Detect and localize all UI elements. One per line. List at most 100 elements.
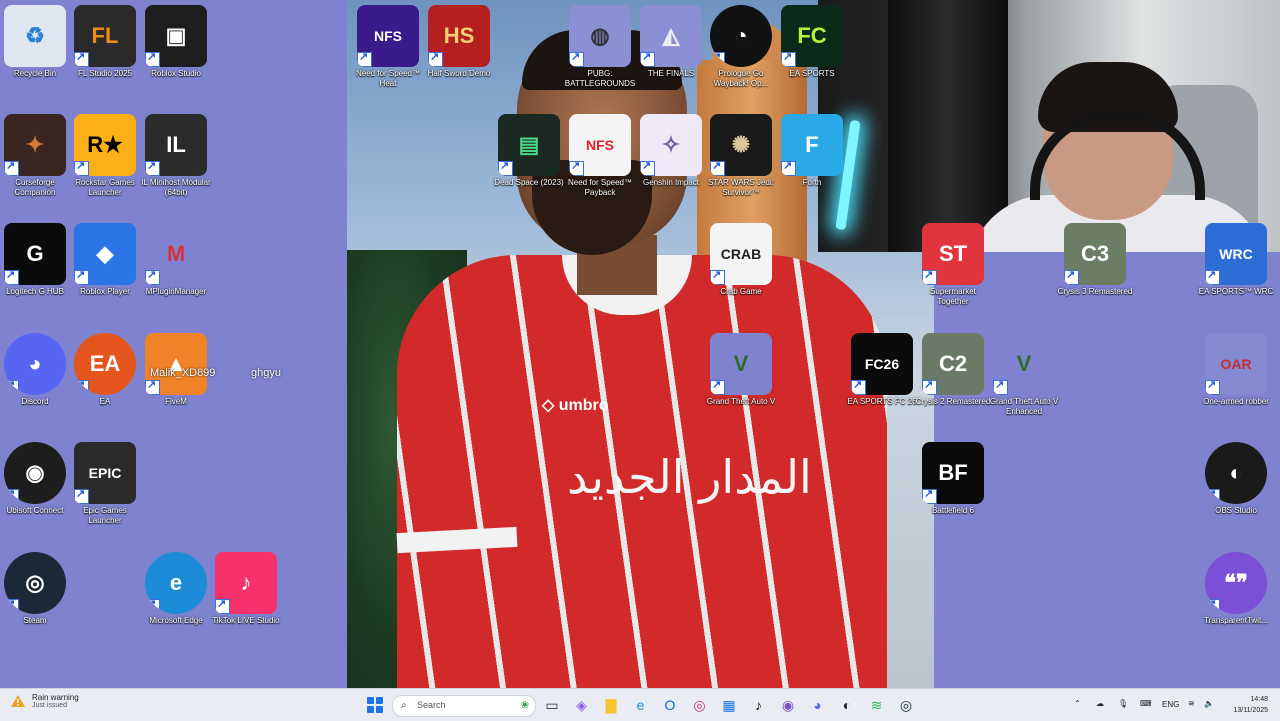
desktop-icon-label: Discord — [21, 397, 49, 406]
clock-date: 13/11/2025 — [1233, 707, 1268, 714]
taskbar-file-explorer-button[interactable]: ▇ — [602, 696, 620, 714]
shortcut-arrow-icon — [781, 159, 796, 176]
cloud-icon[interactable]: ☁ — [1096, 699, 1104, 708]
taskbar-store-button[interactable]: ▦ — [720, 696, 738, 714]
volume-icon[interactable]: 🔈 — [1204, 699, 1214, 708]
desktop-icon-dead-space[interactable]: ▤ Dead Space (2023) — [494, 114, 564, 188]
chevron-up-icon[interactable]: ⌃ — [1074, 699, 1081, 708]
keyboard-icon[interactable]: ⌨ — [1140, 699, 1152, 708]
shortcut-arrow-icon — [4, 597, 19, 614]
gta5-enhanced-glyph: V — [1016, 351, 1032, 376]
shortcut-arrow-icon — [640, 159, 655, 176]
desktop-icon-transparent-twitch[interactable]: ❝❞ TransparentTwit... — [1201, 552, 1271, 626]
dead-space-icon: ▤ — [498, 114, 560, 176]
gta5-icon: V — [710, 333, 772, 395]
desktop-icon-ea-wrc[interactable]: WRC EA SPORTS™ WRC — [1199, 223, 1273, 297]
taskbar-obs-button[interactable]: ◐ — [838, 696, 856, 714]
desktop-icon-label: Steam — [23, 616, 47, 625]
desktop-icon-ubisoft[interactable]: ◉ Ubisoft Connect — [0, 442, 70, 516]
shortcut-arrow-icon — [851, 378, 866, 395]
desktop-icon-roblox-player[interactable]: ◆ Roblox Player — [70, 223, 140, 297]
desktop-icon-pubg[interactable]: ◍ PUBG: BATTLEGROUNDS — [565, 5, 635, 89]
shortcut-arrow-icon — [145, 50, 160, 67]
desktop-icon-discord[interactable]: ◕ Discord — [0, 333, 70, 407]
desktop-icon-recycle-bin[interactable]: ♻ Recycle Bin — [0, 5, 70, 79]
taskbar-spotify-button[interactable]: ≋ — [868, 696, 886, 714]
taskbar-copilot-button[interactable]: ◈ — [573, 696, 591, 714]
fl-studio-icon: FL — [74, 5, 136, 67]
desktop-icon-crab-game[interactable]: CRAB Crab Game — [706, 223, 776, 297]
desktop-icon-gta5[interactable]: V Grand Theft Auto V — [706, 333, 776, 407]
desktop-icon-nfs-heat[interactable]: NFS Need for Speed™ Heat — [353, 5, 423, 89]
nfs-payback-icon: NFS — [569, 114, 631, 176]
desktop-icon-rockstar[interactable]: R★ Rockstar Games Launcher — [70, 114, 140, 198]
desktop-icon-crysis3[interactable]: C3 Crysis 3 Remastered — [1058, 223, 1132, 297]
taskbar-instagram-button[interactable]: ◎ — [691, 696, 709, 714]
microphone-icon[interactable]: 🎙 — [1118, 699, 1128, 708]
taskbar-task-view-button[interactable]: ▭ — [543, 696, 561, 714]
desktop-icon-il-minihost[interactable]: IL IL Minihost Modular (64bit) — [141, 114, 211, 198]
desktop-icon-prologue[interactable]: ◔ Prologue Go Wayback! Op... — [706, 5, 776, 89]
desktop-icon-roblox-studio[interactable]: ▣ Roblox Studio — [141, 5, 211, 79]
desktop-icon-half-sword[interactable]: HS Half Sword Demo — [424, 5, 494, 79]
shortcut-arrow-icon — [1205, 378, 1220, 395]
taskbar-tiktok-button[interactable]: ♪ — [750, 696, 768, 714]
desktop-icon-tiktok-live[interactable]: ♪ TikTok LIVE Studio — [211, 552, 281, 626]
desktop-icon-edge[interactable]: e Microsoft Edge — [141, 552, 211, 626]
language-indicator[interactable]: ENG — [1162, 700, 1179, 709]
start-button[interactable] — [367, 697, 383, 713]
desktop-icon-label: Supermarket Together — [930, 287, 976, 306]
taskbar-app-purple-button[interactable]: ◉ — [779, 696, 797, 714]
desktop-icon-crysis2[interactable]: C2 Crysis 2 Remastered — [916, 333, 990, 407]
gta5-glyph: V — [733, 351, 749, 376]
one-armed-robber-icon: OAR — [1205, 333, 1267, 395]
desktop-icon-curseforge[interactable]: ✦ Curseforge Companion — [0, 114, 70, 198]
desktop-icon-label: Grand Theft Auto V — [706, 397, 776, 406]
taskbar-search[interactable]: ⌕ Search ❀ — [392, 695, 536, 717]
desktop-icon-label: Genshin Impact — [642, 178, 700, 187]
desktop-icon-fortnite[interactable]: F Fortn — [777, 114, 847, 188]
wifi-icon[interactable]: ≋ — [1188, 699, 1195, 708]
clock[interactable]: 14:48 13/11/2025 — [1226, 694, 1268, 716]
desktop-icon-one-armed-robber[interactable]: OAR One-armed robber — [1201, 333, 1271, 407]
desktop-icon-battlefield6[interactable]: BF Battlefield 6 — [918, 442, 988, 516]
shortcut-arrow-icon — [781, 50, 796, 67]
transparent-twitch-icon: ❝❞ — [1205, 552, 1267, 614]
roblox-studio-glyph: ▣ — [165, 23, 187, 48]
crab-game-icon: CRAB — [710, 223, 772, 285]
shortcut-arrow-icon — [4, 378, 19, 395]
tiktok-live-icon: ♪ — [215, 552, 277, 614]
desktop-icon-supermarket[interactable]: ST Supermarket Together — [918, 223, 988, 307]
crysis3-icon: C3 — [1064, 223, 1126, 285]
the-finals-glyph: ◭ — [662, 23, 680, 48]
desktop-icon-steam[interactable]: ◎ Steam — [0, 552, 70, 626]
desktop-icon-nfs-payback[interactable]: NFS Need for Speed™ Payback — [565, 114, 635, 198]
desktop-icon-logitech[interactable]: G Logitech G HUB — [0, 223, 70, 297]
battlefield6-glyph: BF — [938, 460, 968, 485]
roblox-player-glyph: ◆ — [96, 241, 114, 266]
shortcut-arrow-icon — [993, 378, 1008, 395]
desktop-icon-star-wars[interactable]: ✺ STAR WARS Jedi: Survivor™ — [706, 114, 776, 198]
gta5-enhanced-icon: V — [993, 333, 1055, 395]
pubg-glyph: ◍ — [590, 23, 610, 48]
supermarket-icon: ST — [922, 223, 984, 285]
desktop-icon-obs[interactable]: ◐ OBS Studio — [1201, 442, 1271, 516]
taskbar-discord-button[interactable]: ◕ — [809, 696, 827, 714]
desktop-icon-label: Prologue Go Wayback! Op... — [713, 69, 769, 88]
desktop-icon-label: Need for Speed™ Payback — [567, 178, 633, 197]
desktop-icon-fc26[interactable]: FC26 EA SPORTS FC 26 — [847, 333, 917, 407]
taskbar-outlook-button[interactable]: O — [661, 696, 679, 714]
desktop-icon-genshin[interactable]: ✧ Genshin Impact — [636, 114, 706, 188]
desktop-icon-ea[interactable]: EA EA — [70, 333, 140, 407]
desktop-icon-ea-sports-fc[interactable]: FC EA SPORTS — [777, 5, 847, 79]
desktop-icon-the-finals[interactable]: ◭ THE FINALS — [636, 5, 706, 79]
weather-widget[interactable]: Rain warning Just issued — [10, 693, 79, 709]
taskbar-steam-button[interactable]: ◎ — [897, 696, 915, 714]
taskbar-edge-button[interactable]: e — [632, 696, 650, 714]
prologue-glyph: ◔ — [734, 23, 748, 48]
desktop-icon-epic[interactable]: EPIC Epic Games Launcher — [70, 442, 140, 526]
desktop-icon-label: One-armed robber — [1203, 397, 1269, 406]
desktop-icon-mpluginmanager[interactable]: M MPluginManager — [141, 223, 211, 297]
desktop-icon-fl-studio[interactable]: FL FL Studio 2025 — [70, 5, 140, 79]
desktop-icon-gta5-enhanced[interactable]: V Grand Theft Auto V Enhanced — [989, 333, 1059, 417]
